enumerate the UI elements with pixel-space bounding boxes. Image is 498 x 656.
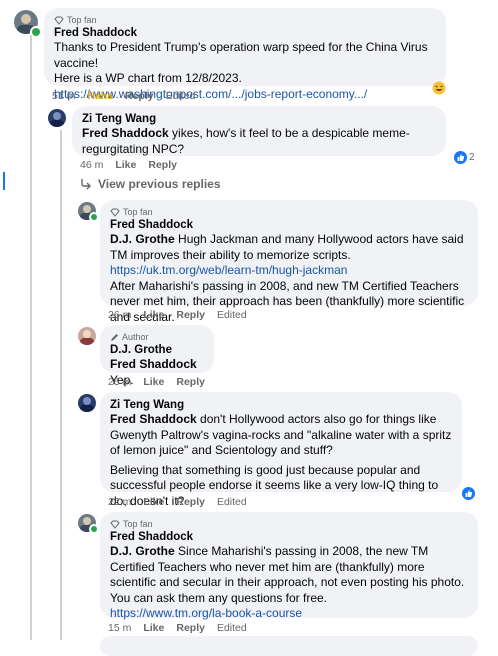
timestamp[interactable]: 46 m (80, 159, 103, 171)
view-previous-replies-button[interactable]: View previous replies (80, 177, 221, 191)
thread-line-main (30, 34, 32, 640)
badge: Top fan (110, 518, 468, 530)
badge-label: Author (122, 332, 149, 342)
reaction-count[interactable]: 2 (454, 151, 475, 164)
reaction-count[interactable] (462, 487, 475, 500)
comment-bubble: Zi Teng Wang Fred Shaddock yikes, how's … (72, 106, 446, 156)
comment-link[interactable]: https://www.tm.org/la-book-a-course (110, 606, 302, 620)
comment-text: D.J. Grothe Since Maharishi's passing in… (110, 544, 468, 622)
diamond-badge-icon (110, 520, 120, 529)
comment-actions: 46 m Like Reply (80, 159, 189, 171)
comment-actions: 25 m Like Reply (108, 376, 217, 388)
comment-text: Fred Shaddock yikes, how's it feel to be… (82, 126, 436, 157)
comment-author[interactable]: Zi Teng Wang (82, 112, 436, 126)
online-status-icon (89, 524, 99, 534)
online-status-icon (89, 212, 99, 222)
comment-text: Fred Shaddock don't Hollywood actors als… (110, 412, 452, 509)
comment-actions: 22 m Like Reply Edited (108, 496, 259, 508)
badge-label: Top fan (123, 519, 153, 529)
edited-label: Edited (216, 496, 247, 508)
mention[interactable]: Fred Shaddock (110, 412, 197, 426)
badge-label: Top fan (67, 15, 97, 25)
timestamp[interactable]: 25 m (108, 376, 131, 388)
reply-button[interactable]: Reply (176, 622, 205, 634)
comment-author[interactable]: Fred Shaddock (54, 26, 436, 40)
timestamp[interactable]: 26 m (108, 309, 131, 321)
comment-bubble-partial (100, 636, 478, 656)
comment-actions: 51 m Haha Reply Edited (52, 90, 207, 102)
laughing-emoji-icon[interactable] (432, 81, 446, 100)
comment-bubble: Top fan Fred Shaddock D.J. Grothe Hugh J… (100, 200, 478, 324)
diamond-badge-icon (110, 208, 120, 217)
comment-bubble: Top fan Fred Shaddock Thanks to Presiden… (44, 8, 446, 101)
badge: Top fan (110, 206, 468, 218)
mention[interactable]: Fred Shaddock (82, 126, 169, 140)
badge: Top fan (54, 14, 436, 26)
comment-bubble: Zi Teng Wang Fred Shaddock don't Hollywo… (100, 392, 462, 508)
badge-label: Top fan (123, 207, 153, 217)
comment-actions: 15 m Like Reply Edited (108, 622, 259, 634)
reply-button[interactable]: Reply (148, 159, 177, 171)
haha-reaction-button[interactable]: Haha (87, 90, 113, 102)
online-status-icon (30, 26, 42, 38)
like-button[interactable]: Like (143, 376, 164, 388)
mention[interactable]: D.J. Grothe (110, 232, 175, 246)
comment-bubble: Author D.J. Grothe Fred Shaddock Yep. (100, 325, 214, 387)
edited-label: Edited (165, 90, 196, 102)
timestamp[interactable]: 51 m (52, 90, 75, 102)
focus-indicator (3, 172, 5, 190)
like-button[interactable]: Like (143, 309, 164, 321)
comment-link[interactable]: https://uk.tm.org/web/learn-tm/hugh-jack… (110, 263, 347, 277)
reply-arrow-icon (81, 179, 91, 190)
comment-author[interactable]: Fred Shaddock (110, 530, 468, 544)
comment-author[interactable]: D.J. Grothe (110, 343, 204, 357)
pen-icon (111, 333, 118, 341)
comment-line: Here is a WP chart from 12/8/2023. (54, 71, 242, 85)
reply-button[interactable]: Reply (176, 309, 205, 321)
thumbs-up-icon (462, 487, 475, 500)
avatar[interactable] (78, 394, 96, 412)
timestamp[interactable]: 22 m (108, 496, 131, 508)
reply-button[interactable]: Reply (125, 90, 154, 102)
view-previous-label: View previous replies (98, 177, 221, 191)
edited-label: Edited (216, 309, 247, 321)
comment-author[interactable]: Fred Shaddock (110, 218, 468, 232)
comment-author[interactable]: Zi Teng Wang (110, 398, 452, 412)
comment-bubble: Top fan Fred Shaddock D.J. Grothe Since … (100, 512, 478, 620)
like-button[interactable]: Like (143, 622, 164, 634)
like-button[interactable]: Like (143, 496, 164, 508)
comment-line: Thanks to President Trump's operation wa… (54, 40, 428, 70)
edited-label: Edited (216, 622, 247, 634)
mention[interactable]: Fred Shaddock (110, 357, 197, 371)
comment-actions: 26 m Like Reply Edited (108, 309, 259, 321)
reply-button[interactable]: Reply (176, 376, 205, 388)
avatar[interactable] (48, 109, 66, 127)
diamond-badge-icon (54, 16, 64, 25)
thumbs-up-icon (454, 151, 467, 164)
reply-button[interactable]: Reply (176, 496, 205, 508)
like-button[interactable]: Like (115, 159, 136, 171)
badge: Author (110, 331, 204, 343)
timestamp[interactable]: 15 m (108, 622, 131, 634)
mention[interactable]: D.J. Grothe (110, 544, 175, 558)
reaction-number: 2 (469, 152, 475, 163)
thread-line-branch (60, 130, 62, 640)
avatar[interactable] (78, 327, 96, 345)
